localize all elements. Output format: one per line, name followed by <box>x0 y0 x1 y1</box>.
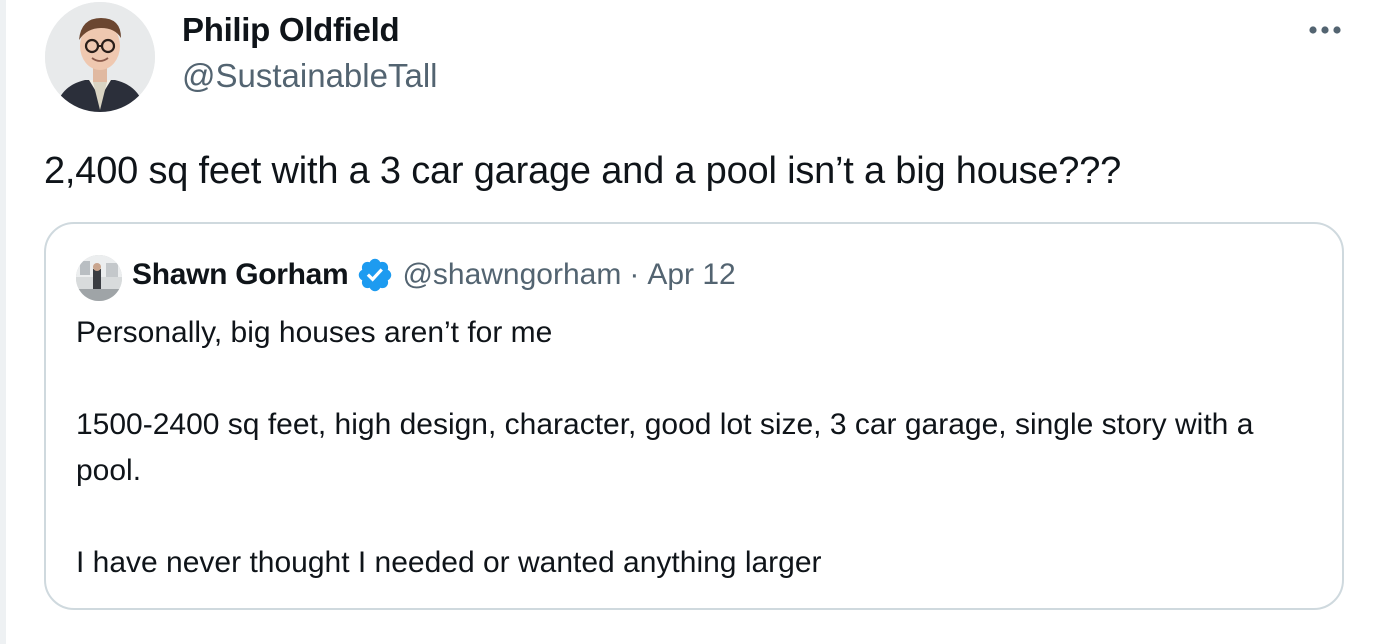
quoted-author-avatar[interactable] <box>76 255 122 301</box>
quoted-tweet-body: Personally, big houses aren’t for me 150… <box>76 310 1306 586</box>
left-divider <box>0 0 6 644</box>
author-handle[interactable]: @SustainableTall <box>182 57 437 95</box>
quoted-tweet-card[interactable]: Shawn Gorham @shawngorham · Apr 12 Perso… <box>44 222 1344 610</box>
quoted-tweet-header: Shawn Gorham @shawngorham · Apr 12 <box>132 256 736 294</box>
avatar-photo-icon <box>45 2 155 112</box>
quoted-paragraph: I have never thought I needed or wanted … <box>76 546 822 579</box>
tweet-card: Philip Oldfield @SustainableTall 2,400 s… <box>0 0 1380 644</box>
quoted-paragraph: 1500-2400 sq feet, high design, characte… <box>76 408 1254 487</box>
quoted-tweet-date[interactable]: Apr 12 <box>647 258 735 292</box>
more-options-icon <box>1309 26 1341 34</box>
quoted-paragraph: Personally, big houses aren’t for me <box>76 316 553 349</box>
author-name[interactable]: Philip Oldfield <box>182 11 400 49</box>
quoted-avatar-photo-icon <box>76 255 122 301</box>
more-options-button[interactable] <box>1300 12 1350 48</box>
quoted-author-name[interactable]: Shawn Gorham <box>132 258 349 292</box>
tweet-text: 2,400 sq feet with a 3 car garage and a … <box>44 150 1122 192</box>
separator-dot: · <box>629 258 640 291</box>
quoted-author-handle[interactable]: @shawngorham <box>402 258 621 292</box>
verified-badge-icon <box>356 256 394 294</box>
author-avatar[interactable] <box>45 2 155 112</box>
